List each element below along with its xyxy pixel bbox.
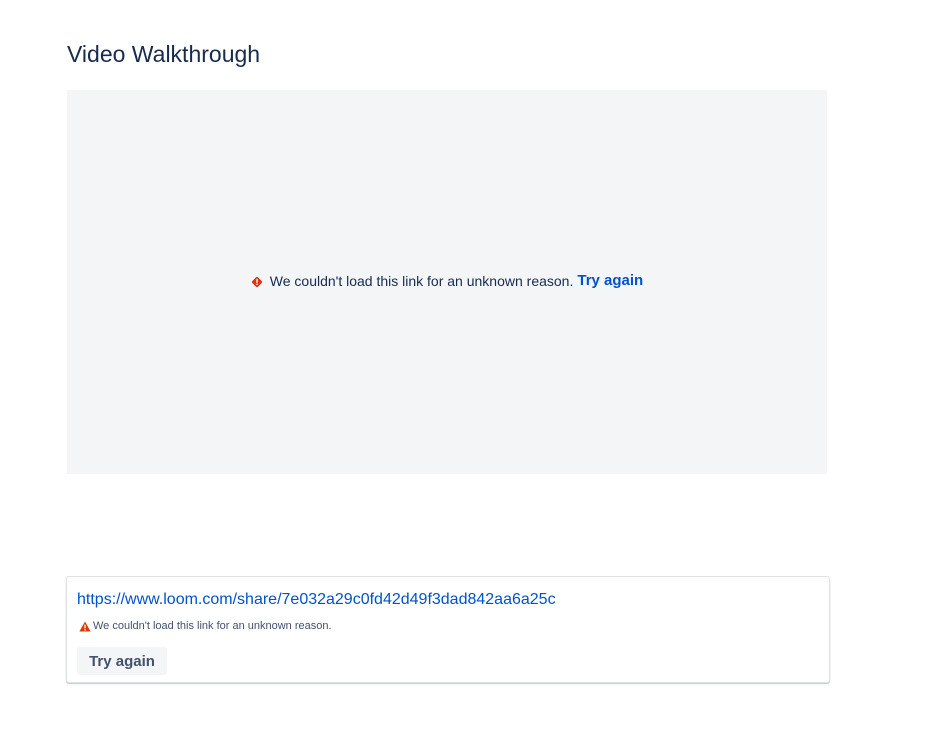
card-error-text: We couldn't load this link for an unknow… — [93, 620, 332, 632]
embed-error-message: We couldn't load this link for an unknow… — [251, 272, 643, 289]
warning-icon — [79, 621, 91, 632]
try-again-button[interactable]: Try again — [77, 647, 167, 675]
embed-try-again-link[interactable]: Try again — [577, 272, 643, 289]
embed-frame: We couldn't load this link for an unknow… — [67, 90, 827, 474]
error-diamond-icon — [251, 275, 263, 287]
page-title: Video Walkthrough — [67, 41, 261, 67]
card-error-message: We couldn't load this link for an unknow… — [79, 620, 332, 632]
card-url-link[interactable]: https://www.loom.com/share/7e032a29c0fd4… — [77, 591, 556, 609]
page: Video Walkthrough We couldn't load this … — [0, 0, 931, 735]
embed-error-text: We couldn't load this link for an unknow… — [269, 272, 574, 289]
link-card: https://www.loom.com/share/7e032a29c0fd4… — [66, 576, 830, 683]
